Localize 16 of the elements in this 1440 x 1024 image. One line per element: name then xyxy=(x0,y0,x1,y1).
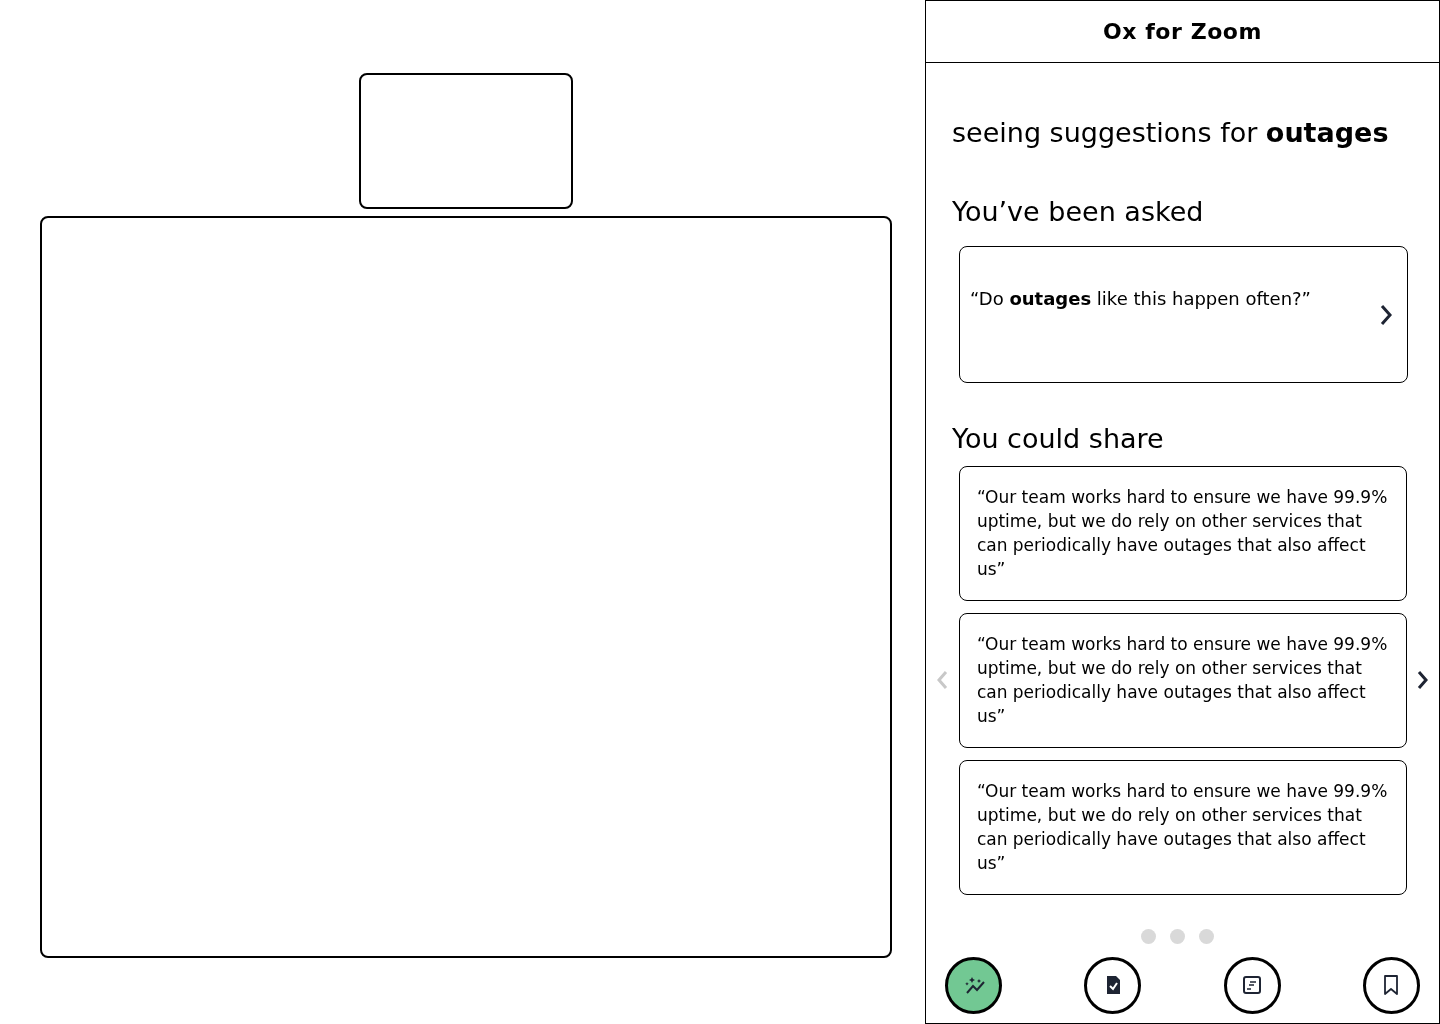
chevron-right-icon xyxy=(1379,302,1393,327)
section-heading: You could share xyxy=(952,423,1164,454)
nav-button[interactable] xyxy=(945,956,1002,1014)
topic-heading: seeing suggestions for outages xyxy=(952,117,1389,148)
suggestion-text: “Our team works hard to ensure we have 99.9% uptime, but we do rely on other services that can periodically have outages that also affect us” xyxy=(976,632,1389,728)
nav-button[interactable] xyxy=(1363,956,1420,1014)
suggestion-card[interactable]: “Our team works hard to ensure we have 99.9% uptime, but we do rely on other services that can periodically have outages that also affect us” xyxy=(958,465,1408,601)
question-card[interactable]: “Do outages like this happen often?” xyxy=(959,246,1408,383)
section-heading: You’ve been asked xyxy=(952,195,1204,227)
suggestion-card[interactable]: “Our team works hard to ensure we have 99.9% uptime, but we do rely on other services that can periodically have outages that also affect us” xyxy=(958,612,1408,748)
suggestion-card[interactable]: “Our team works hard to ensure we have 99.9% uptime, but we do rely on other services that can periodically have outages that also affect us” xyxy=(958,759,1408,895)
suggestion-text: “Our team works hard to ensure we have 99.9% uptime, but we do rely on other services that can periodically have outages that also affect us” xyxy=(976,779,1389,875)
suggestion-text: “Our team works hard to ensure we have 99.9% uptime, but we do rely on other services that can periodically have outages that also affect us” xyxy=(976,485,1389,581)
panel-title: Ox for Zoom xyxy=(1103,18,1262,46)
question-text: “Do outages like this happen often?” xyxy=(970,287,1311,311)
next-button[interactable] xyxy=(1416,669,1431,691)
